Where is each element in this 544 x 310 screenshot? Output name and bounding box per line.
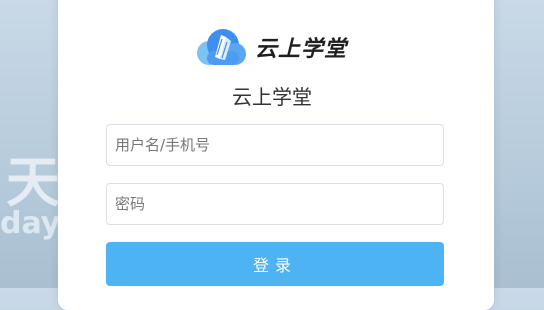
page-title: 云上学堂 [232,85,312,109]
username-input[interactable] [106,124,444,166]
login-button[interactable]: 登录 [106,242,444,286]
logo-text: 云上学堂 [255,37,348,62]
password-input[interactable] [106,183,444,225]
logo: 云上学堂 [195,27,347,67]
background-text-en: day [0,206,61,241]
cloud-book-icon [195,27,249,67]
